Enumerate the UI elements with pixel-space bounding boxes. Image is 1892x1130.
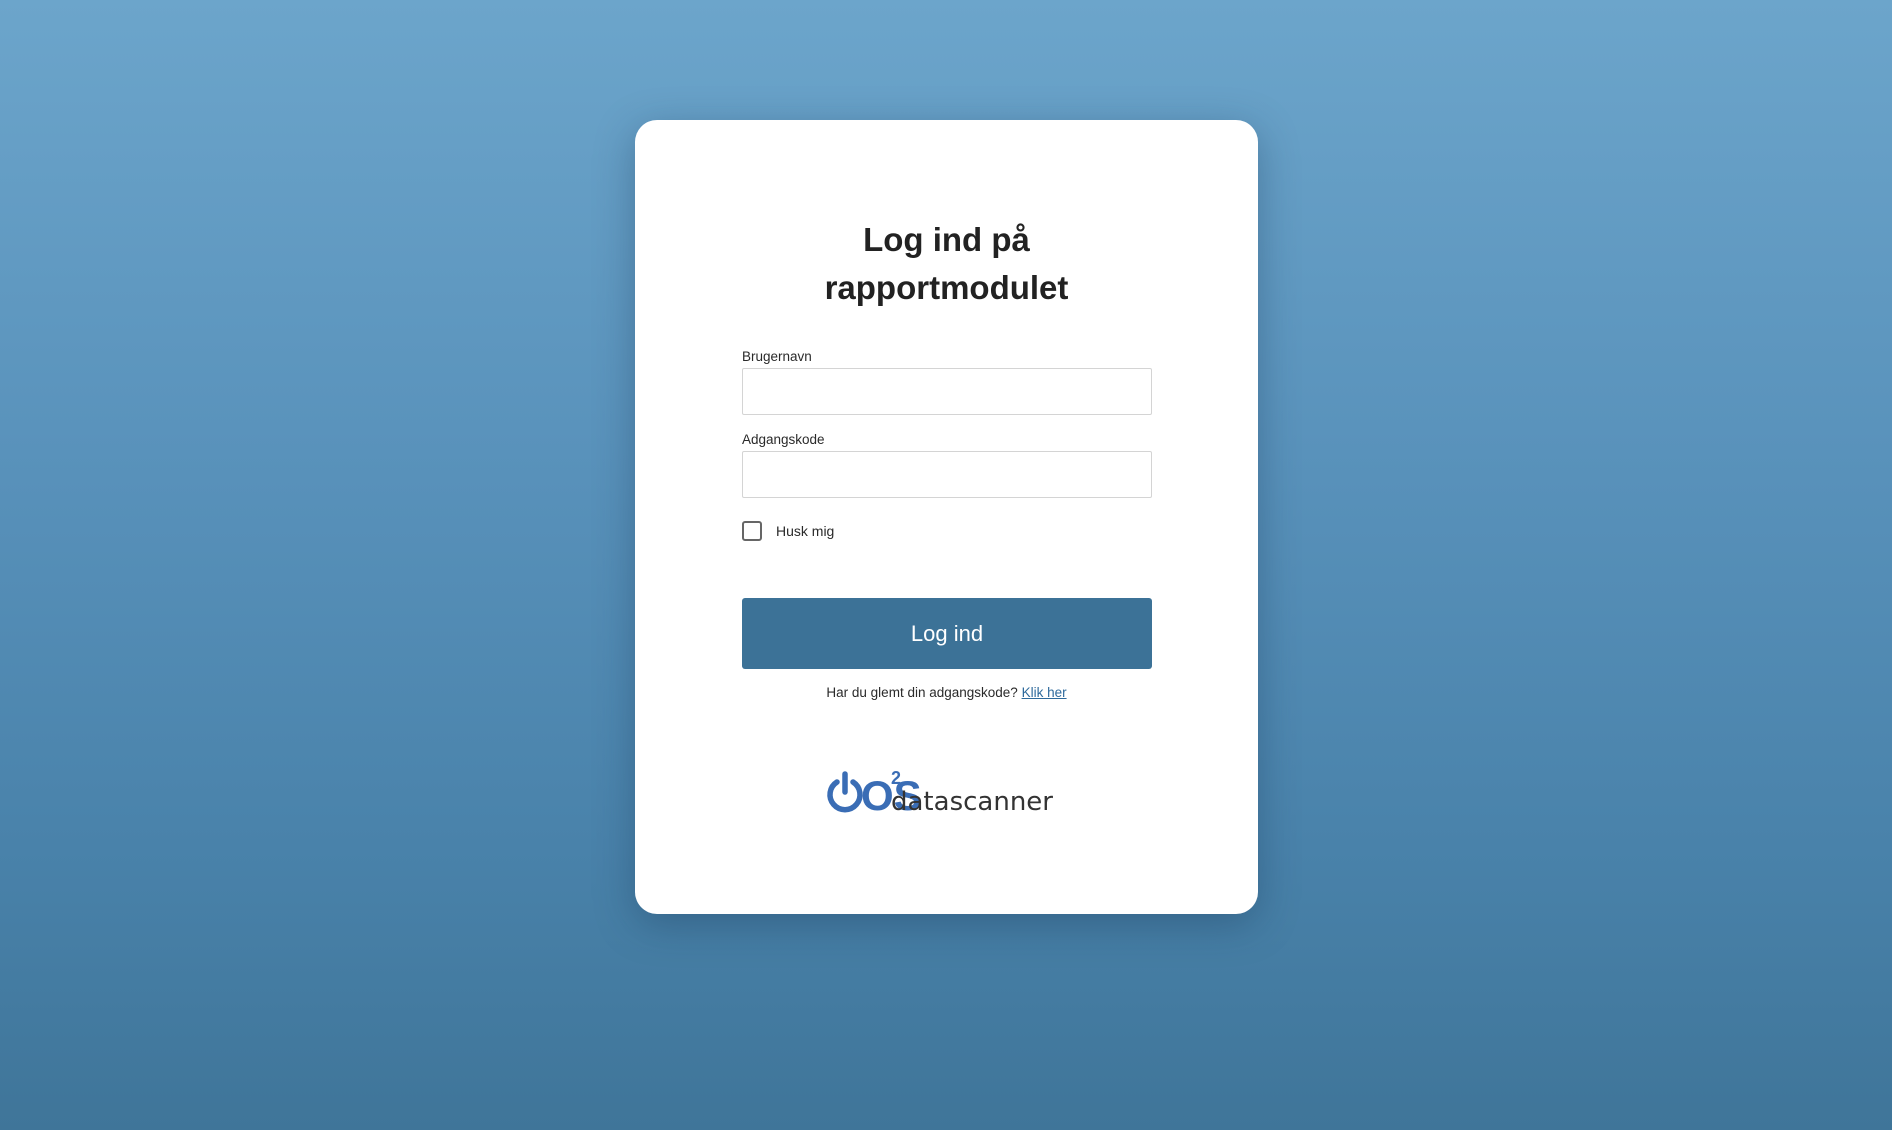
forgot-password-link[interactable]: Klik her	[1022, 685, 1067, 700]
username-group: Brugernavn	[742, 349, 1152, 415]
remember-me-checkbox[interactable]	[742, 521, 762, 541]
login-card: Log ind på rapportmodulet Brugernavn Adg…	[635, 120, 1258, 914]
logo-superscript: 2	[891, 768, 901, 788]
password-label: Adgangskode	[742, 432, 825, 447]
remember-me-label: Husk mig	[776, 523, 835, 539]
remember-me[interactable]: Husk mig	[742, 521, 834, 541]
password-input[interactable]	[742, 451, 1152, 498]
forgot-password: Har du glemt din adgangskode? Klik her	[635, 685, 1258, 700]
os2datascanner-logo: OS 2 datascanner	[827, 768, 1053, 818]
title-line-2: rapportmodulet	[824, 269, 1069, 306]
username-input[interactable]	[742, 368, 1152, 415]
login-button[interactable]: Log ind	[742, 598, 1152, 669]
username-label: Brugernavn	[742, 349, 812, 364]
password-group: Adgangskode	[742, 432, 1152, 498]
page-title: Log ind på rapportmodulet	[635, 216, 1258, 312]
title-line-1: Log ind på	[863, 221, 1030, 258]
forgot-password-text: Har du glemt din adgangskode?	[826, 685, 1018, 700]
logo-product: datascanner	[891, 787, 1053, 817]
